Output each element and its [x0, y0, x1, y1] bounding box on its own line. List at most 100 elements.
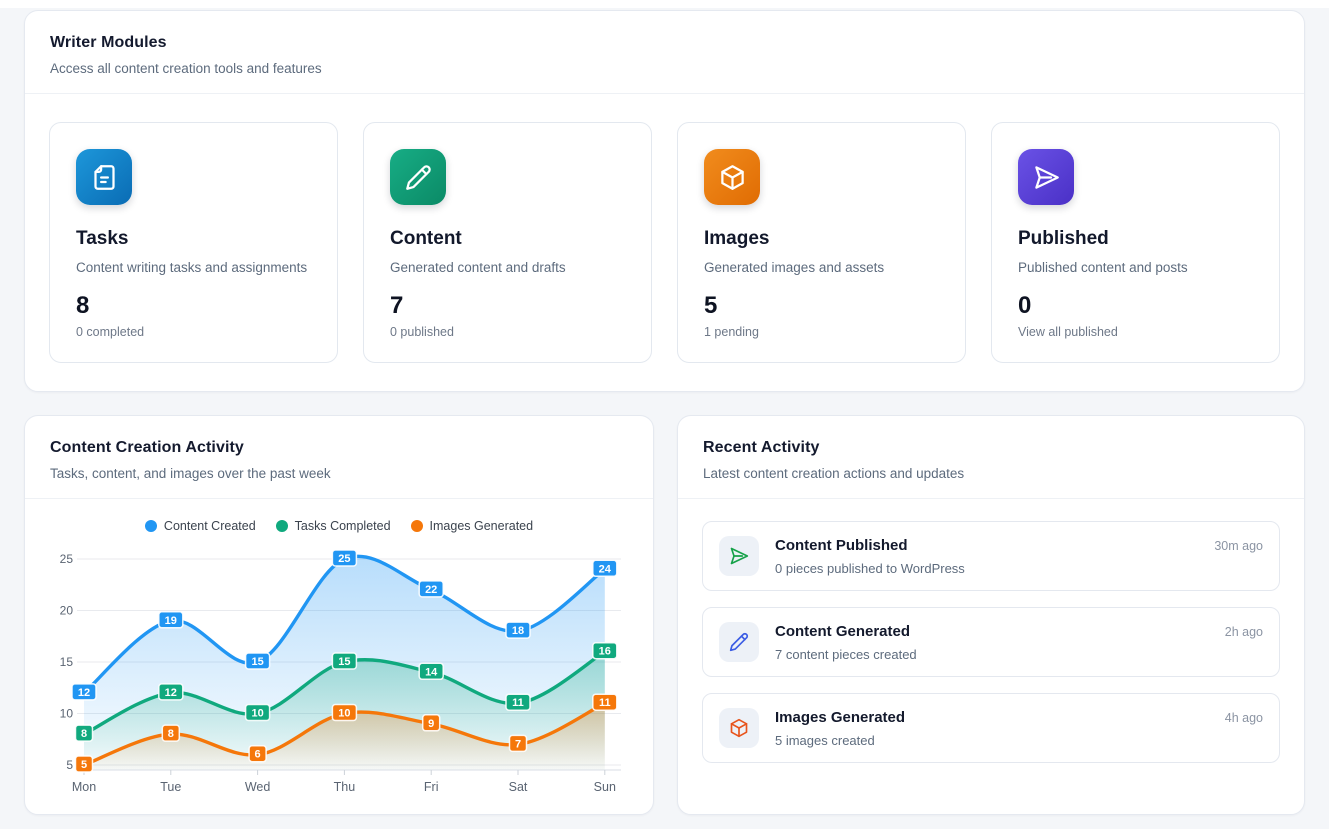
data-label: 25	[332, 550, 356, 566]
svg-text:5: 5	[66, 758, 73, 772]
data-label: 9	[423, 715, 440, 731]
svg-text:18: 18	[512, 625, 524, 637]
data-label: 5	[76, 756, 93, 772]
data-label: 15	[332, 653, 356, 669]
data-label: 15	[246, 653, 270, 669]
activity-icon-tile	[719, 708, 759, 748]
send-icon	[729, 546, 749, 566]
svg-text:15: 15	[251, 656, 263, 668]
svg-text:15: 15	[60, 655, 74, 669]
chart-canvas: 510152025MonTueWedThuFriSatSun1219152522…	[25, 537, 655, 809]
activity-item: Images Generated5 images created 4h ago	[702, 693, 1280, 763]
module-subtext: View all published	[1018, 325, 1253, 339]
activity-item: Content Published 0 pieces published to W…	[702, 521, 1280, 591]
svg-text:Mon: Mon	[72, 780, 96, 794]
module-icon-tile	[390, 149, 446, 205]
activity-timestamp: 30m ago	[1214, 536, 1263, 553]
dashboard-page: Writer Modules Access all content creati…	[0, 8, 1329, 815]
module-title: Content	[390, 228, 625, 250]
file-text-icon	[91, 164, 118, 191]
module-description: Generated images and assets	[704, 260, 939, 275]
activity-timestamp: 2h ago	[1225, 622, 1263, 639]
recent-activity-panel: Recent Activity Latest content creation …	[677, 415, 1305, 815]
module-icon-tile	[76, 149, 132, 205]
data-label: 10	[246, 705, 270, 721]
svg-text:Sun: Sun	[594, 780, 616, 794]
module-card-images[interactable]: ImagesGenerated images and assets51 pend…	[677, 122, 966, 363]
pencil-icon	[405, 164, 432, 191]
activity-item: Content Generated 7 content pieces create…	[702, 607, 1280, 677]
svg-text:Fri: Fri	[424, 780, 439, 794]
svg-text:22: 22	[425, 584, 437, 596]
module-card-published[interactable]: PublishedPublished content and posts0Vie…	[991, 122, 1280, 363]
chart-panel-subtitle: Tasks, content, and images over the past…	[50, 466, 628, 481]
data-label: 6	[249, 746, 266, 762]
module-card-tasks[interactable]: Tasks Content writing tasks and assignmen…	[49, 122, 338, 363]
svg-text:14: 14	[425, 666, 438, 678]
recent-activity-header: Recent Activity Latest content creation …	[678, 416, 1304, 499]
module-subtext: 1 pending	[704, 325, 939, 339]
writer-modules-panel: Writer Modules Access all content creati…	[24, 10, 1305, 392]
data-label: 16	[593, 643, 617, 659]
svg-text:20: 20	[60, 604, 74, 618]
module-description: Content writing tasks and assignments	[76, 260, 311, 275]
activity-line-chart: 510152025MonTueWedThuFriSatSun1219152522…	[25, 537, 653, 814]
data-label: 10	[332, 705, 356, 721]
bottom-row: Content Creation Activity Tasks, content…	[24, 415, 1305, 815]
svg-text:Wed: Wed	[245, 780, 271, 794]
legend-dot	[411, 520, 423, 532]
svg-text:16: 16	[599, 646, 611, 658]
module-card-content[interactable]: ContentGenerated content and drafts70 pu…	[363, 122, 652, 363]
legend-item[interactable]: Content Created	[145, 519, 256, 533]
data-label: 8	[76, 725, 93, 741]
data-label: 12	[159, 684, 183, 700]
svg-text:12: 12	[78, 687, 90, 699]
module-subtext: 0 completed	[76, 325, 311, 339]
top-strip	[0, 0, 1329, 8]
data-label: 18	[506, 622, 530, 638]
pencil-icon	[729, 632, 749, 652]
activity-timestamp: 4h ago	[1225, 708, 1263, 725]
svg-text:Sat: Sat	[509, 780, 528, 794]
module-count: 7	[390, 292, 625, 320]
module-icon-tile	[704, 149, 760, 205]
svg-text:9: 9	[428, 718, 434, 730]
data-label: 24	[593, 560, 617, 576]
activity-title: Content Published	[775, 537, 1198, 554]
activity-description: 0 pieces published to WordPress	[775, 561, 1198, 576]
data-label: 12	[72, 684, 96, 700]
svg-text:25: 25	[60, 552, 74, 566]
package-icon	[719, 164, 746, 191]
chart-panel-header: Content Creation Activity Tasks, content…	[25, 416, 653, 499]
module-count: 0	[1018, 292, 1253, 320]
svg-text:5: 5	[81, 759, 87, 771]
svg-text:10: 10	[60, 707, 74, 721]
data-label: 22	[419, 581, 443, 597]
module-title: Tasks	[76, 228, 311, 250]
svg-text:24: 24	[599, 563, 612, 575]
recent-activity-subtitle: Latest content creation actions and upda…	[703, 466, 1279, 481]
data-label: 19	[159, 612, 183, 628]
activity-title: Content Generated	[775, 623, 1209, 640]
writer-modules-title: Writer Modules	[50, 34, 1279, 52]
activity-texts: Images Generated5 images created	[775, 709, 1209, 748]
legend-dot	[276, 520, 288, 532]
activity-description: 7 content pieces created	[775, 647, 1209, 662]
modules-grid: Tasks Content writing tasks and assignmen…	[49, 122, 1280, 363]
svg-text:11: 11	[599, 697, 611, 709]
data-label: 11	[506, 694, 530, 710]
svg-text:6: 6	[255, 749, 261, 761]
legend-item[interactable]: Images Generated	[411, 519, 534, 533]
data-label: 7	[510, 735, 527, 751]
legend-item[interactable]: Tasks Completed	[276, 519, 391, 533]
activity-texts: Content Published 0 pieces published to W…	[775, 537, 1198, 576]
svg-text:12: 12	[165, 687, 177, 699]
module-title: Images	[704, 228, 939, 250]
legend-label: Tasks Completed	[295, 519, 391, 533]
activity-texts: Content Generated 7 content pieces create…	[775, 623, 1209, 662]
activity-icon-tile	[719, 622, 759, 662]
svg-text:Thu: Thu	[334, 780, 356, 794]
module-description: Published content and posts	[1018, 260, 1253, 275]
package-icon	[729, 718, 749, 738]
content-creation-activity-panel: Content Creation Activity Tasks, content…	[24, 415, 654, 815]
